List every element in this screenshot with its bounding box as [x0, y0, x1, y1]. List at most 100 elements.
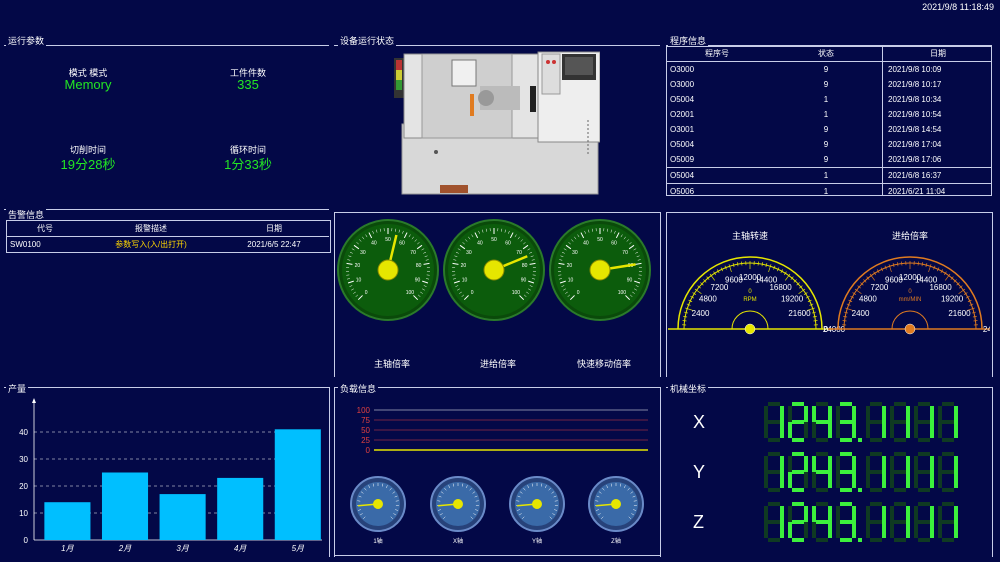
svg-text:20: 20 — [355, 263, 361, 269]
equipment-title: 设备运行状态 — [338, 34, 397, 47]
svg-text:0: 0 — [824, 325, 829, 334]
x-tick-label: 2月 — [118, 544, 132, 553]
load-title: 负载信息 — [338, 382, 379, 395]
table-row[interactable]: O5004 1 2021/6/8 16:37 — [667, 167, 991, 184]
svg-text:0: 0 — [471, 290, 474, 296]
y-coordinate-value — [760, 450, 990, 494]
svg-text:21600: 21600 — [948, 309, 971, 318]
datetime: 2021/9/8 11:18:49 — [922, 2, 994, 12]
table-row[interactable]: SW0100 参数写入(入/出打开) 2021/6/5 22:47 — [7, 237, 329, 253]
load-scale-label: 25 — [361, 436, 370, 445]
table-row[interactable]: O3001 9 2021/9/8 14:54 — [667, 122, 991, 137]
feed-rate-gauge: 0240048007200960012000144001680019200216… — [824, 256, 990, 335]
program-no: O3000 — [670, 80, 695, 89]
table-row[interactable]: O5004 1 2021/9/8 10:34 — [667, 92, 991, 107]
alarm-col-code: 代号 — [37, 224, 53, 233]
x-tick-label: 3月 — [176, 544, 189, 553]
alarm-col-date: 日期 — [266, 224, 282, 233]
x-axis-label: X — [693, 412, 706, 432]
program-no: O2001 — [670, 110, 695, 119]
program-date: 2021/6/21 11:04 — [888, 187, 946, 196]
program-date: 2021/9/8 10:17 — [888, 80, 942, 89]
load-gauge: 1轴 — [350, 476, 406, 545]
svg-text:100: 100 — [512, 290, 521, 296]
override-gauge: 0102030405060708090100 — [549, 219, 651, 321]
load-gauge-label: 1轴 — [373, 537, 382, 545]
override-gauge: 0102030405060708090100 — [443, 219, 545, 321]
program-no: O5004 — [670, 140, 695, 149]
program-status: 9 — [823, 65, 829, 74]
program-date: 2021/9/8 17:04 — [888, 140, 942, 149]
y-tick-label: 10 — [19, 509, 28, 518]
svg-text:50: 50 — [597, 237, 603, 243]
svg-text:90: 90 — [415, 278, 421, 284]
program-table: 程序号 状态 日期 O3000 9 2021/9/8 10:09 O3000 9 2021… — [667, 46, 991, 199]
table-row[interactable]: O5009 9 2021/9/8 17:06 — [667, 152, 991, 168]
bar — [159, 494, 206, 540]
program-col-date: 日期 — [930, 49, 946, 58]
svg-text:80: 80 — [416, 263, 422, 269]
program-status: 9 — [823, 140, 829, 149]
x-coordinate-value — [760, 400, 990, 444]
program-date: 2021/9/8 10:34 — [888, 95, 942, 104]
svg-text:19200: 19200 — [941, 294, 964, 303]
program-status: 9 — [823, 155, 829, 164]
bar — [274, 429, 321, 540]
y-tick-label: 40 — [19, 428, 28, 437]
spindle-override-label: 主轴倍率 — [373, 359, 410, 369]
mode-value: Memory — [64, 77, 112, 92]
x-tick-label: 5月 — [292, 544, 305, 553]
production-title: 产量 — [6, 382, 29, 395]
table-row[interactable]: O5004 9 2021/9/8 17:04 — [667, 137, 991, 152]
svg-text:60: 60 — [611, 240, 617, 246]
svg-text:90: 90 — [627, 278, 633, 284]
program-status: 1 — [823, 95, 829, 104]
svg-text:40: 40 — [477, 240, 483, 246]
coords-title: 机械坐标 — [668, 382, 709, 395]
svg-text:80: 80 — [522, 263, 528, 269]
y-axis-label: Y — [693, 462, 706, 482]
svg-text:30: 30 — [572, 250, 578, 256]
svg-text:70: 70 — [410, 250, 416, 256]
table-row[interactable]: O3000 9 2021/9/8 10:09 — [667, 62, 991, 78]
x-tick-label: 1月 — [61, 544, 74, 553]
program-col-status: 状态 — [818, 49, 834, 58]
svg-text:4800: 4800 — [859, 294, 877, 303]
svg-text:50: 50 — [385, 237, 391, 243]
program-no: O3001 — [670, 125, 695, 134]
svg-text:90: 90 — [521, 278, 527, 284]
alarm-code: SW0100 — [10, 240, 41, 249]
bar — [101, 472, 149, 540]
svg-text:0: 0 — [577, 290, 580, 296]
load-gauge: Z轴 — [588, 476, 644, 545]
program-status: 1 — [823, 187, 829, 196]
load-scale-label: 75 — [361, 416, 370, 425]
svg-text:100: 100 — [618, 290, 627, 296]
svg-text:0: 0 — [365, 290, 368, 296]
load-gauge-label: Z轴 — [611, 537, 621, 545]
svg-text:30: 30 — [466, 250, 472, 256]
program-status: 1 — [823, 171, 829, 180]
svg-text:70: 70 — [622, 250, 628, 256]
svg-text:21600: 21600 — [788, 309, 811, 318]
program-date: 2021/9/8 10:09 — [888, 65, 942, 74]
svg-text:24000: 24000 — [983, 325, 990, 334]
table-row[interactable]: O5006 1 2021/6/21 11:04 — [667, 183, 991, 200]
program-date: 2021/9/8 17:06 — [888, 155, 942, 164]
svg-text:10: 10 — [356, 278, 362, 284]
table-row[interactable]: O3000 9 2021/9/8 10:17 — [667, 77, 991, 92]
load-gauge: Y轴 — [509, 476, 565, 545]
program-status: 9 — [823, 80, 829, 89]
table-row[interactable]: O2001 1 2021/9/8 10:54 — [667, 107, 991, 122]
program-no: O5009 — [670, 155, 695, 164]
alarm-header-row: 代号 报警描述 日期 — [7, 221, 329, 237]
svg-text:mm/MIN: mm/MIN — [899, 297, 922, 303]
svg-text:30: 30 — [360, 250, 366, 256]
svg-text:0: 0 — [908, 289, 912, 295]
svg-text:2400: 2400 — [692, 309, 710, 318]
parts-value: 335 — [237, 77, 259, 92]
svg-text:4800: 4800 — [699, 294, 717, 303]
cycle-time-value: 1分33秒 — [224, 157, 272, 172]
z-coordinate-value — [760, 500, 990, 544]
svg-text:16800: 16800 — [769, 283, 792, 292]
